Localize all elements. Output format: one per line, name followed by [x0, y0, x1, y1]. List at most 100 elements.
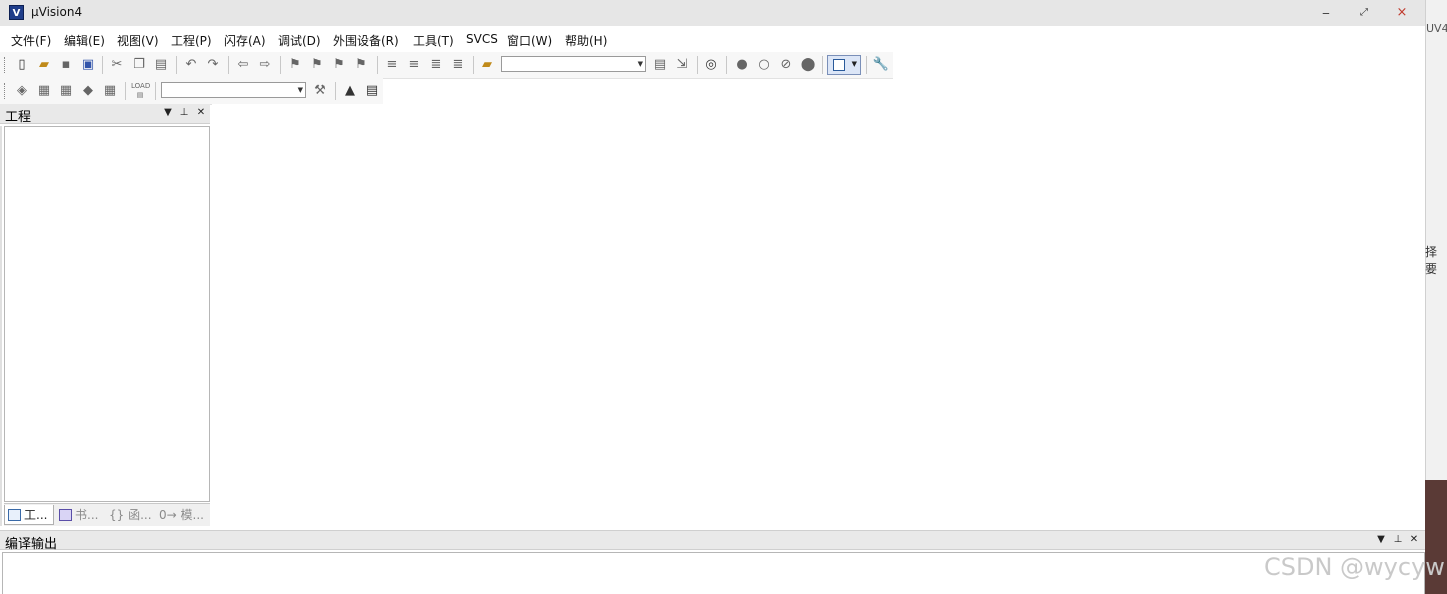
comment-icon[interactable]: ≣ — [427, 56, 445, 74]
minimize-button[interactable]: ‒ — [1311, 3, 1341, 23]
window-title: µVision4 — [31, 5, 83, 19]
toolbar-separator — [866, 56, 867, 74]
find-icon[interactable]: ▤ — [651, 56, 669, 74]
title-bar: V µVision4 ‒ ⤢ × — [0, 0, 1425, 26]
find-combo[interactable]: ▼ — [501, 56, 646, 72]
find-in-files-icon[interactable]: ▰ — [478, 56, 496, 74]
menu-peripherals[interactable]: 外围设备(R) — [333, 32, 399, 49]
nav-forward-icon[interactable]: ⇨ — [256, 56, 274, 74]
menu-bar: 文件(F) 编辑(E) 视图(V) 工程(P) 闪存(A) 调试(D) 外围设备… — [0, 27, 1425, 51]
close-button[interactable]: × — [1387, 3, 1417, 23]
toolbar-separator — [280, 56, 281, 74]
close-icon[interactable]: ✕ — [1407, 533, 1421, 547]
menu-edit[interactable]: 编辑(E) — [64, 32, 105, 49]
file-toolbar: ▯ ▰ ▪ ▣ ✂ ❐ ▤ ↶ ↷ ⇦ ⇨ ⚑ ⚑ ⚑ ⚑ ≡ ≡ ≣ ≣ ▰ … — [0, 52, 893, 79]
tab-label: 工... — [24, 508, 48, 522]
toolbar-grip[interactable] — [4, 57, 7, 73]
breakpoint-disable-icon[interactable]: ○ — [755, 56, 773, 74]
bookmark-icon[interactable]: ⚑ — [286, 56, 304, 74]
close-icon[interactable]: ✕ — [194, 106, 208, 120]
cut-icon[interactable]: ✂ — [108, 56, 126, 74]
toolbar-separator — [335, 82, 336, 100]
target-options-icon[interactable]: ⚒ — [311, 82, 329, 100]
chevron-down-icon: ▼ — [851, 60, 857, 68]
app-logo-icon: V — [9, 5, 24, 20]
toolbar-separator — [176, 56, 177, 74]
project-panel-header: 工程 ▼ ⊥ ✕ — [0, 104, 210, 125]
tab-label: 书... — [75, 508, 99, 522]
tab-label: 0→ 模... — [159, 508, 204, 522]
panel-dropdown-icon[interactable]: ▼ — [161, 106, 175, 120]
chevron-down-icon: ▼ — [637, 60, 643, 68]
menu-view[interactable]: 视图(V) — [117, 32, 159, 49]
download-icon[interactable]: LOAD ▤ — [131, 82, 150, 100]
save-icon[interactable]: ▪ — [57, 56, 75, 74]
rebuild-icon[interactable]: ▦ — [57, 82, 75, 100]
toolbar-separator — [822, 56, 823, 74]
menu-project[interactable]: 工程(P) — [171, 32, 212, 49]
menu-window[interactable]: 窗口(W) — [507, 32, 552, 49]
toolbar-separator — [155, 82, 156, 100]
toolbar-separator — [697, 56, 698, 74]
build-output-title: 编译输出 — [5, 537, 58, 552]
build-icon[interactable]: ▦ — [35, 82, 53, 100]
redo-icon[interactable]: ↷ — [204, 56, 222, 74]
bookmark-next-icon[interactable]: ⚑ — [330, 56, 348, 74]
restore-button[interactable]: ⤢ — [1349, 3, 1379, 23]
menu-flash[interactable]: 闪存(A) — [224, 32, 266, 49]
debug-start-icon[interactable]: ◎ — [702, 56, 720, 74]
toolbar-separator — [228, 56, 229, 74]
menu-help[interactable]: 帮助(H) — [565, 32, 607, 49]
menu-svcs[interactable]: SVCS — [466, 32, 498, 46]
background-text-uv4: UV4 — [1426, 22, 1447, 35]
watermark-text: CSDN @wycyw — [1264, 553, 1445, 581]
wrench-icon[interactable]: 🔧 — [872, 56, 890, 74]
build-output-text[interactable] — [2, 552, 1425, 594]
tab-templates[interactable]: 0→ 模... — [156, 505, 211, 525]
target-combo[interactable]: ▼ — [161, 82, 306, 98]
toolbar-separator — [377, 56, 378, 74]
build-output-header: 编译输出 ▼ ⊥ ✕ — [0, 530, 1425, 552]
uncomment-icon[interactable]: ≣ — [449, 56, 467, 74]
bookmark-prev-icon[interactable]: ⚑ — [308, 56, 326, 74]
tab-project[interactable]: 工... — [4, 505, 54, 525]
incremental-find-icon[interactable]: ⇲ — [673, 56, 691, 74]
project-tree[interactable] — [4, 126, 210, 502]
window-config-button[interactable]: ▼ — [827, 55, 861, 75]
breakpoint-icon[interactable]: ● — [733, 56, 751, 74]
undo-icon[interactable]: ↶ — [182, 56, 200, 74]
stop-build-icon[interactable]: ▦ — [101, 82, 119, 100]
open-folder-icon[interactable]: ▰ — [35, 56, 53, 74]
toolbar-separator — [473, 56, 474, 74]
tab-functions[interactable]: {} 函... — [106, 505, 157, 525]
batch-build-icon[interactable]: ◆ — [79, 82, 97, 100]
build-toolbar: ◈ ▦ ▦ ◆ ▦ LOAD ▤ ▼ ⚒ ▲ ▤ — [0, 78, 383, 105]
manage-books-icon[interactable]: ▤ — [363, 82, 381, 100]
menu-debug[interactable]: 调试(D) — [278, 32, 321, 49]
project-icon — [8, 509, 21, 521]
new-file-icon[interactable]: ▯ — [13, 56, 31, 74]
project-panel-title: 工程 — [5, 110, 32, 125]
pin-icon[interactable]: ⊥ — [1391, 533, 1405, 547]
paste-icon[interactable]: ▤ — [152, 56, 170, 74]
background-text-zeyao: 择要 — [1425, 245, 1438, 276]
manage-components-icon[interactable]: ▲ — [341, 82, 359, 100]
breakpoint-disable-all-icon[interactable]: ⊘ — [777, 56, 795, 74]
menu-tools[interactable]: 工具(T) — [413, 32, 454, 49]
unindent-icon[interactable]: ≡ — [405, 56, 423, 74]
save-all-icon[interactable]: ▣ — [79, 56, 97, 74]
nav-back-icon[interactable]: ⇦ — [234, 56, 252, 74]
breakpoint-kill-all-icon[interactable]: ⬤ — [799, 56, 817, 74]
pin-icon[interactable]: ⊥ — [177, 106, 191, 120]
left-edge — [0, 126, 2, 526]
project-panel-tabs: 工... 书... {} 函... 0→ 模... — [4, 503, 210, 526]
copy-icon[interactable]: ❐ — [130, 56, 148, 74]
editor-area[interactable] — [212, 104, 1425, 528]
indent-icon[interactable]: ≡ — [383, 56, 401, 74]
toolbar-grip[interactable] — [4, 83, 7, 99]
translate-icon[interactable]: ◈ — [13, 82, 31, 100]
bookmark-clear-icon[interactable]: ⚑ — [352, 56, 370, 74]
tab-books[interactable]: 书... — [56, 505, 104, 525]
panel-dropdown-icon[interactable]: ▼ — [1374, 533, 1388, 547]
menu-file[interactable]: 文件(F) — [11, 32, 51, 49]
